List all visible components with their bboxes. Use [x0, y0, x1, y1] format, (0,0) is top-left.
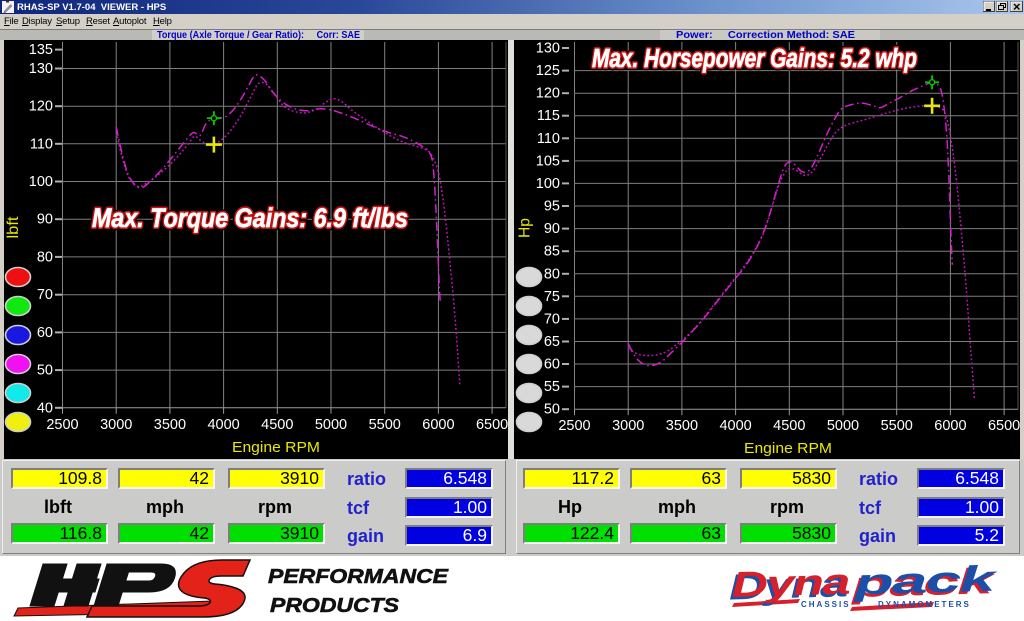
svg-text:6500: 6500 — [988, 418, 1020, 434]
svg-text:120: 120 — [536, 86, 560, 102]
svg-text:135: 135 — [29, 42, 53, 58]
svg-text:3500: 3500 — [666, 418, 698, 434]
svg-text:100: 100 — [536, 176, 560, 192]
svg-text:105: 105 — [536, 153, 560, 169]
svg-text:4000: 4000 — [207, 417, 239, 433]
svg-text:130: 130 — [536, 41, 560, 57]
svg-text:DYNAMOMETERS: DYNAMOMETERS — [878, 600, 971, 609]
svg-text:70: 70 — [37, 287, 53, 303]
svg-text:40: 40 — [37, 400, 53, 416]
svg-text:6000: 6000 — [934, 418, 966, 434]
svg-text:Max. Torque Gains: 6.9 ft/lbs: Max. Torque Gains: 6.9 ft/lbs — [92, 203, 408, 233]
svg-text:120: 120 — [29, 99, 53, 115]
svg-text:60: 60 — [544, 357, 560, 373]
svg-text:115: 115 — [537, 108, 560, 124]
svg-text:Engine RPM: Engine RPM — [232, 439, 320, 456]
svg-text:50: 50 — [37, 363, 53, 379]
svg-text:PERFORMANCE: PERFORMANCE — [268, 566, 449, 588]
svg-text:55: 55 — [544, 379, 560, 395]
svg-text:3000: 3000 — [612, 418, 644, 434]
svg-text:2500: 2500 — [558, 418, 590, 434]
svg-text:70: 70 — [544, 311, 560, 327]
svg-text:5000: 5000 — [827, 418, 859, 434]
svg-text:3500: 3500 — [154, 417, 186, 433]
svg-text:90: 90 — [544, 221, 560, 237]
svg-text:110: 110 — [537, 131, 560, 147]
svg-text:4500: 4500 — [261, 417, 293, 433]
svg-text:130: 130 — [29, 61, 53, 77]
svg-text:3000: 3000 — [100, 417, 132, 433]
svg-text:lbft: lbft — [5, 216, 22, 239]
svg-text:5500: 5500 — [881, 418, 913, 434]
svg-text:Torque (Axle Torque / Gear Rat: Torque (Axle Torque / Gear Ratio): Corr:… — [157, 29, 360, 40]
svg-text:80: 80 — [37, 249, 53, 265]
svg-text:2500: 2500 — [46, 417, 78, 433]
svg-text:pack: pack — [851, 559, 999, 603]
svg-text:4500: 4500 — [773, 418, 805, 434]
svg-text:65: 65 — [544, 334, 560, 350]
svg-text:Power: Correction Method:: Power: Correction Method: SAE — [676, 29, 855, 40]
svg-text:5000: 5000 — [315, 417, 347, 433]
svg-text:100: 100 — [29, 174, 53, 190]
svg-text:6500: 6500 — [476, 417, 508, 433]
svg-text:125: 125 — [536, 63, 560, 79]
svg-text:Hp: Hp — [517, 218, 534, 238]
svg-text:CHASSIS: CHASSIS — [801, 600, 851, 609]
svg-text:85: 85 — [544, 244, 560, 260]
svg-text:80: 80 — [544, 266, 560, 282]
svg-text:PRODUCTS: PRODUCTS — [270, 595, 400, 617]
svg-text:4000: 4000 — [719, 418, 751, 434]
svg-text:110: 110 — [30, 136, 53, 152]
svg-text:Dyna: Dyna — [731, 562, 851, 606]
svg-text:5500: 5500 — [369, 417, 401, 433]
svg-text:Engine RPM: Engine RPM — [744, 440, 832, 457]
svg-text:Max. Horsepower Gains: 5.2 wh: Max. Horsepower Gains: 5.2 whp — [592, 45, 917, 73]
svg-text:50: 50 — [544, 402, 560, 418]
svg-text:60: 60 — [37, 325, 53, 341]
svg-text:6000: 6000 — [422, 417, 454, 433]
svg-text:95: 95 — [544, 199, 560, 215]
svg-text:90: 90 — [37, 212, 53, 228]
svg-text:75: 75 — [544, 289, 560, 305]
